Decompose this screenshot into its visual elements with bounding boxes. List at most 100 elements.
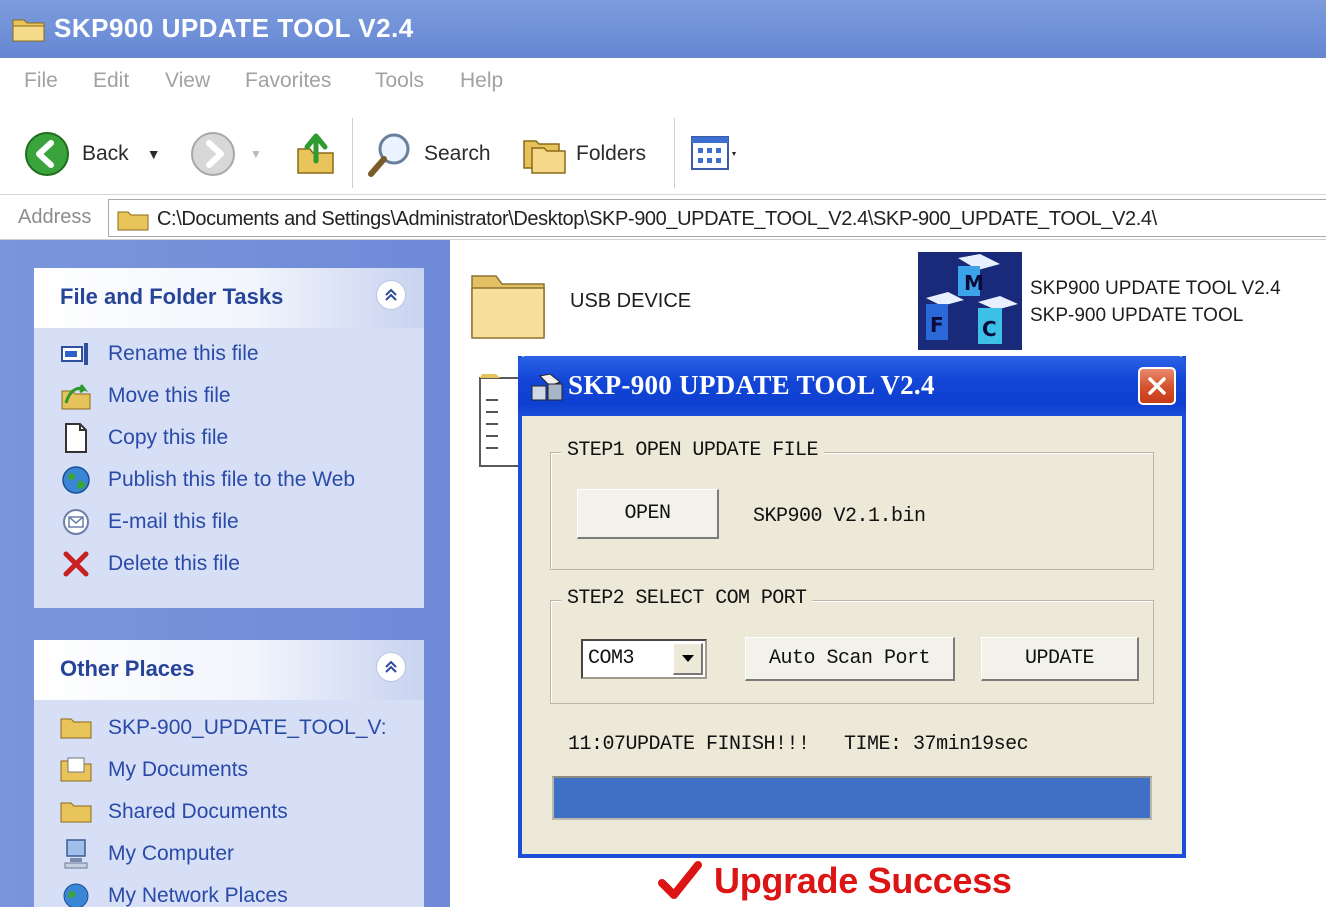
- task-rename[interactable]: Rename this file: [60, 336, 259, 372]
- folders-icon: [523, 140, 566, 174]
- step1-title: STEP1 OPEN UPDATE FILE: [561, 439, 824, 462]
- task-label: Move this file: [108, 384, 231, 407]
- window-title: SKP900 UPDATE TOOL V2.4: [54, 13, 414, 43]
- open-button[interactable]: OPEN: [577, 489, 719, 539]
- task-copy[interactable]: Copy this file: [60, 420, 228, 456]
- checkmark-icon: [658, 861, 702, 899]
- place-item[interactable]: My Computer: [60, 836, 234, 872]
- svg-text:F: F: [930, 313, 944, 337]
- toolbar-divider: [352, 118, 353, 188]
- task-email[interactable]: E-mail this file: [60, 504, 239, 540]
- close-button[interactable]: [1138, 367, 1176, 405]
- place-label: My Documents: [108, 758, 249, 781]
- folders-label: Folders: [576, 142, 647, 165]
- up-folder-button[interactable]: [294, 132, 338, 176]
- menu-help[interactable]: Help: [460, 69, 503, 93]
- search-button[interactable]: Search: [366, 132, 491, 177]
- text-file-icon[interactable]: [478, 372, 522, 473]
- panel-title: File and Folder Tasks: [60, 284, 284, 309]
- usb-device-folder[interactable]: [466, 262, 550, 349]
- status-text: 11:07UPDATE FINISH!!! TIME: 37min19sec: [568, 733, 1029, 756]
- folders-button[interactable]: Folders: [520, 132, 646, 176]
- selected-file-name: SKP900 V2.1.bin: [753, 505, 926, 528]
- dialog-title: SKP-900 UPDATE TOOL V2.4: [568, 370, 935, 400]
- auto-scan-port-button[interactable]: Auto Scan Port: [745, 637, 955, 681]
- file-folder-tasks-panel: File and Folder Tasks Rename this file M…: [34, 268, 424, 608]
- menu-view[interactable]: View: [165, 69, 210, 93]
- app-name-label[interactable]: SKP900 UPDATE TOOL V2.4: [1030, 278, 1281, 300]
- back-arrow-icon: [25, 132, 69, 176]
- toolbar: Back ▼ ▼ Search Folders: [0, 104, 1326, 194]
- place-label: Shared Documents: [108, 800, 288, 823]
- back-label: Back: [82, 142, 129, 165]
- dialog-body: STEP1 OPEN UPDATE FILE OPEN SKP900 V2.1.…: [522, 416, 1182, 854]
- my-documents-icon: [60, 754, 92, 786]
- folder-icon: [471, 275, 545, 339]
- address-input[interactable]: C:\Documents and Settings\Administrator\…: [108, 199, 1326, 237]
- task-label: Publish this file to the Web: [108, 468, 356, 491]
- task-label: Copy this file: [108, 426, 229, 449]
- update-button[interactable]: UPDATE: [981, 637, 1139, 681]
- app-desc-label: SKP-900 UPDATE TOOL: [1030, 305, 1244, 326]
- menu-tools[interactable]: Tools: [375, 69, 424, 93]
- network-icon: [60, 880, 92, 907]
- folder-icon: [60, 796, 92, 828]
- dropdown-arrow-icon[interactable]: [673, 643, 703, 675]
- update-progress-bar: [552, 776, 1152, 820]
- folder-icon: [60, 712, 92, 744]
- globe-icon: [60, 464, 92, 496]
- task-delete[interactable]: Delete this file: [60, 546, 240, 582]
- update-tool-dialog: SKP-900 UPDATE TOOL V2.4 STEP1 OPEN UPDA…: [518, 356, 1186, 858]
- app-icon[interactable]: M F C: [918, 252, 1022, 355]
- back-dropdown-icon[interactable]: ▼: [147, 146, 161, 162]
- svg-text:M: M: [964, 271, 984, 295]
- place-item[interactable]: SKP-900_UPDATE_TOOL_V:: [60, 710, 387, 746]
- step2-group: STEP2 SELECT COM PORT COM3 Auto Scan Por…: [550, 587, 1154, 704]
- menu-file[interactable]: File: [24, 69, 58, 93]
- svg-text:C: C: [982, 317, 997, 341]
- task-label: E-mail this file: [108, 510, 239, 533]
- forward-dropdown-icon[interactable]: ▼: [250, 147, 262, 161]
- com-port-value: COM3: [588, 647, 635, 670]
- panel-header[interactable]: File and Folder Tasks: [34, 268, 424, 328]
- collapse-icon[interactable]: [376, 280, 406, 310]
- window-title-bar[interactable]: SKP900 UPDATE TOOL V2.4: [0, 0, 1326, 58]
- place-label: SKP-900_UPDATE_TOOL_V:: [108, 716, 387, 739]
- task-pane: File and Folder Tasks Rename this file M…: [0, 240, 450, 907]
- views-icon: [691, 136, 736, 170]
- com-port-select[interactable]: COM3: [581, 639, 707, 679]
- menu-favorites[interactable]: Favorites: [245, 69, 331, 93]
- menu-bar: File Edit View Favorites Tools Help: [0, 58, 1326, 105]
- forward-button[interactable]: ▼: [190, 132, 262, 176]
- app-tool-icon: [531, 373, 563, 401]
- step2-title: STEP2 SELECT COM PORT: [561, 587, 813, 610]
- task-label: Delete this file: [108, 552, 240, 575]
- mfc-app-icon: M F C: [918, 252, 1022, 350]
- screen: SKP900 UPDATE TOOL V2.4 File Edit View F…: [0, 0, 1326, 907]
- toolbar-divider: [674, 118, 675, 188]
- progress-fill: [554, 778, 1150, 818]
- dialog-title-bar[interactable]: SKP-900 UPDATE TOOL V2.4: [518, 356, 1186, 416]
- upgrade-success-caption: Upgrade Success: [658, 860, 1012, 902]
- address-bar: Address C:\Documents and Settings\Admini…: [0, 194, 1326, 240]
- rename-icon: [60, 338, 92, 370]
- menu-edit[interactable]: Edit: [93, 69, 129, 93]
- views-button[interactable]: [690, 132, 740, 176]
- delete-icon: [60, 548, 92, 580]
- task-move[interactable]: Move this file: [60, 378, 231, 414]
- email-icon: [60, 506, 92, 538]
- place-item[interactable]: My Documents: [60, 752, 248, 788]
- copy-icon: [60, 422, 92, 454]
- collapse-icon[interactable]: [376, 652, 406, 682]
- back-button[interactable]: Back ▼: [24, 132, 161, 176]
- usb-device-label[interactable]: USB DEVICE: [570, 290, 691, 313]
- task-publish[interactable]: Publish this file to the Web: [60, 462, 355, 498]
- folder-icon: [12, 19, 45, 42]
- panel-header[interactable]: Other Places: [34, 640, 424, 700]
- my-computer-icon: [60, 838, 92, 870]
- place-item[interactable]: Shared Documents: [60, 794, 288, 830]
- step1-group: STEP1 OPEN UPDATE FILE OPEN SKP900 V2.1.…: [550, 439, 1154, 570]
- task-label: Rename this file: [108, 342, 259, 365]
- place-item[interactable]: My Network Places: [60, 878, 288, 907]
- upgrade-success-text: Upgrade Success: [714, 860, 1012, 901]
